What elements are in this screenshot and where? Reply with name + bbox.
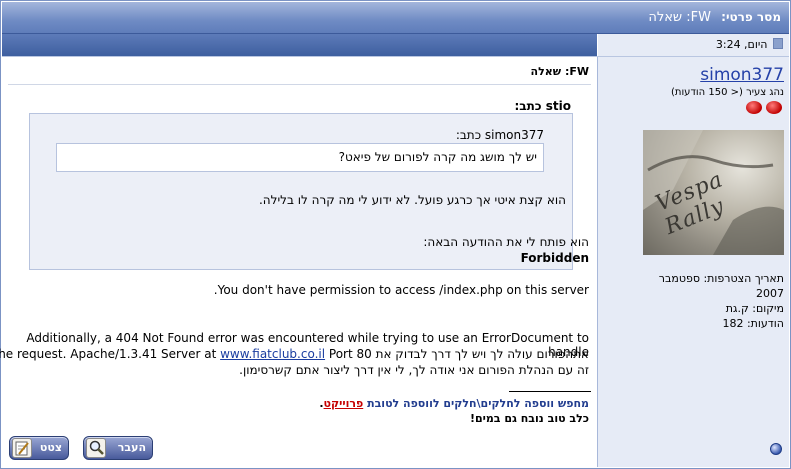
post-subject: FW: שאלה bbox=[530, 65, 589, 78]
subject-divider bbox=[8, 84, 591, 85]
signature-separator bbox=[509, 391, 591, 392]
user-location: מיקום: ק.גת bbox=[725, 302, 784, 315]
quote-button[interactable]: צטט bbox=[9, 436, 69, 460]
header-subject: FW: שאלה bbox=[648, 10, 711, 25]
port-text: Port 80 אתהפורום עולה לך ויש לך דרך לבדו… bbox=[328, 347, 589, 361]
user-rank: נהג צעיר (< 150 הודעות) bbox=[670, 87, 784, 98]
date-row: היום, 3:24 bbox=[2, 34, 789, 57]
inner-quote-author: simon377 כתב: bbox=[455, 128, 544, 142]
body-line-1: הוא פותח לי את ההודעה הבאה: bbox=[423, 235, 589, 249]
magnifier-icon bbox=[86, 438, 106, 458]
user-info-column: simon377 נהג צעיר (< 150 הודעות) Vespa R… bbox=[598, 57, 789, 467]
signature-project-link[interactable]: פרוייקט bbox=[324, 397, 364, 410]
body-line-3: You don't have permission to access /ind… bbox=[213, 283, 589, 297]
date-row-right: היום, 3:24 bbox=[598, 34, 789, 56]
user-avatar: Vespa Rally bbox=[643, 130, 784, 255]
fiatclub-link[interactable]: www.fiatclub.co.il bbox=[220, 347, 325, 361]
post-icon bbox=[773, 38, 783, 49]
message-header-bar: מסר פרטי: FW: שאלה bbox=[2, 2, 789, 34]
username-link[interactable]: simon377 bbox=[700, 65, 784, 85]
forward-button-label: העבר bbox=[117, 441, 146, 454]
apache-text: the request. Apache/1.3.41 Server at bbox=[0, 347, 217, 361]
user-post-count: הודעות: 182 bbox=[722, 317, 784, 330]
inner-quote-text: יש לך מושג מה קרה לפורום של פיאט? bbox=[338, 150, 537, 164]
rank-badge-icon bbox=[746, 101, 762, 114]
user-joined: תאריך הצטרפות: ספטמבר 2007 bbox=[658, 272, 784, 300]
forward-button[interactable]: העבר bbox=[83, 436, 153, 460]
rank-badges bbox=[744, 101, 784, 115]
post-date-text: היום, 3:24 bbox=[715, 38, 768, 51]
quote-text: הוא קצת איטי אך כרגע פועל. לא ידוע לי מה… bbox=[258, 193, 566, 207]
body-forbidden: Forbidden bbox=[520, 251, 589, 265]
body-line-6: זה עם הנהלת הפורום אני אודה לך, לי אין ד… bbox=[239, 363, 589, 377]
body-line-5: the request. Apache/1.3.41 Server at www… bbox=[0, 347, 589, 361]
message-body-column: FW: שאלה stio כתב: simon377 כתב: יש לך מ… bbox=[0, 57, 598, 467]
date-row-left bbox=[2, 34, 597, 56]
post-date: היום, 3:24 bbox=[716, 38, 783, 51]
header-title: מסר פרטי: FW: שאלה bbox=[648, 10, 781, 25]
quote-author-name: stio כתב: bbox=[514, 99, 571, 113]
quote-button-label: צטט bbox=[39, 441, 62, 454]
signature-line-1: מחפש ווספה לחלקים\חלקים לווספה לטובת פרו… bbox=[319, 397, 589, 410]
signature-text: מחפש ווספה לחלקים\חלקים לווספה לטובת bbox=[363, 397, 589, 410]
header-label: מסר פרטי: bbox=[721, 10, 781, 24]
quote-author: stio כתב: bbox=[514, 99, 571, 113]
inner-quote-box: יש לך מושג מה קרה לפורום של פיאט? bbox=[56, 143, 544, 172]
rank-badge-icon bbox=[766, 101, 782, 114]
signature-line-2: כלב טוב נובח גם במים! bbox=[469, 412, 589, 425]
online-status-icon bbox=[770, 443, 782, 455]
quote-pencil-icon bbox=[12, 438, 32, 458]
user-stats: תאריך הצטרפות: ספטמבר 2007 מיקום: ק.גת ה… bbox=[638, 271, 784, 331]
private-message-frame: מסר פרטי: FW: שאלה היום, 3:24 FW: שאלה s… bbox=[0, 0, 791, 469]
